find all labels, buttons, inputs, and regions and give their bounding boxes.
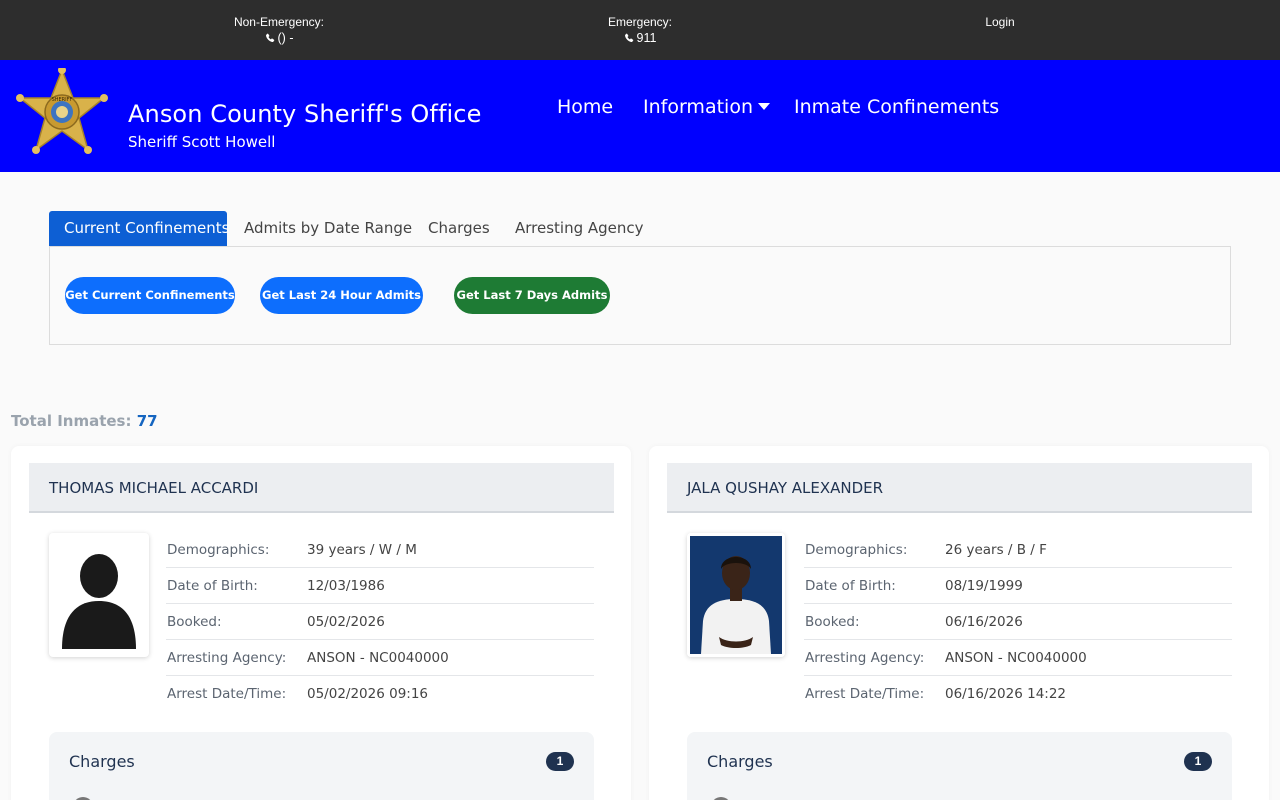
sheriff-star-badge-logo[interactable]: SHERIFF — [14, 68, 110, 158]
detail-row-dob: Date of Birth: 08/19/1999 — [804, 568, 1232, 604]
charges-panel[interactable]: Charges 1 — [687, 732, 1232, 800]
detail-row-arrest: Arrest Date/Time: 06/16/2026 14:22 — [805, 686, 1067, 702]
tab-charges[interactable]: Charges — [413, 211, 505, 246]
detail-row-arrest: Arrest Date/Time: 05/02/2026 09:16 — [167, 686, 429, 702]
emergency-contact: Emergency: 911 — [590, 14, 690, 46]
phone-icon — [624, 33, 633, 42]
emergency-label: Emergency: — [607, 15, 673, 29]
login-link[interactable]: Login — [960, 14, 1040, 30]
tab-admits-by-date-range[interactable]: Admits by Date Range — [229, 211, 427, 246]
detail-row-demographics: Demographics: 39 years / W / M — [166, 532, 594, 568]
inmate-name[interactable]: THOMAS MICHAEL ACCARDI — [49, 479, 258, 497]
inmate-photo[interactable] — [49, 533, 149, 657]
inmate-mugshot-image — [687, 533, 785, 657]
detail-row-dob: Date of Birth: 12/03/1986 — [166, 568, 594, 604]
nav-home[interactable]: Home — [557, 96, 613, 118]
detail-row-agency: Arresting Agency: ANSON - NC0040000 — [804, 640, 1232, 676]
non-emergency-contact: Non-Emergency: () - — [219, 14, 339, 46]
top-utility-bar: Non-Emergency: () - Emergency: 911 Login — [0, 0, 1280, 60]
total-inmates-count: 77 — [136, 412, 158, 430]
inmate-card: JALA QUSHAY ALEXANDER Demographics: 26 y… — [649, 446, 1269, 800]
inmate-name[interactable]: JALA QUSHAY ALEXANDER — [687, 479, 883, 497]
get-last-24-hour-admits-button[interactable]: Get Last 24 Hour Admits — [260, 277, 423, 314]
emergency-number: 911 — [636, 31, 657, 45]
nav-inmate-confinements[interactable]: Inmate Confinements — [794, 96, 999, 118]
detail-row-booked: Booked: 05/02/2026 — [166, 604, 594, 640]
tab-arresting-agency[interactable]: Arresting Agency — [500, 211, 659, 246]
detail-row-demographics: Demographics: 26 years / B / F — [804, 532, 1232, 568]
total-inmates: Total Inmates: 77 — [11, 412, 158, 430]
site-header: SHERIFF Anson County Sheriff's Office Sh… — [0, 60, 1280, 172]
inmate-card-header: JALA QUSHAY ALEXANDER — [667, 463, 1252, 513]
inmate-details: Demographics: 26 years / B / F Date of B… — [804, 532, 1232, 712]
nav-information-label: Information — [643, 96, 753, 118]
phone-icon — [265, 33, 274, 42]
inmate-photo[interactable] — [687, 533, 785, 657]
tab-current-confinements[interactable]: Current Confinements — [49, 211, 230, 246]
inmate-details: Demographics: 39 years / W / M Date of B… — [166, 532, 594, 712]
non-emergency-number: () - — [277, 31, 294, 45]
charges-panel[interactable]: Charges 1 — [49, 732, 594, 800]
detail-row-agency: Arresting Agency: ANSON - NC0040000 — [166, 640, 594, 676]
nav-information[interactable]: Information — [643, 96, 770, 118]
detail-row-booked: Booked: 06/16/2026 — [804, 604, 1232, 640]
caret-down-icon — [757, 103, 770, 110]
person-silhouette-icon — [62, 554, 136, 649]
charges-count-badge: 1 — [1184, 752, 1212, 771]
charges-count-badge: 1 — [546, 752, 574, 771]
charges-title: Charges — [69, 752, 135, 771]
get-last-7-days-admits-button[interactable]: Get Last 7 Days Admits — [454, 277, 610, 314]
inmate-card-header: THOMAS MICHAEL ACCARDI — [29, 463, 614, 513]
site-subtitle: Sheriff Scott Howell — [128, 133, 276, 151]
charges-title: Charges — [707, 752, 773, 771]
get-current-confinements-button[interactable]: Get Current Confinements — [65, 277, 235, 314]
site-title: Anson County Sheriff's Office — [128, 100, 482, 128]
total-inmates-label: Total Inmates: — [11, 412, 132, 430]
tab-panel: Get Current Confinements Get Last 24 Hou… — [49, 246, 1231, 345]
svg-text:SHERIFF: SHERIFF — [52, 97, 73, 103]
non-emergency-label: Non-Emergency: — [233, 15, 325, 29]
inmate-card: THOMAS MICHAEL ACCARDI Demographics: 39 … — [11, 446, 631, 800]
